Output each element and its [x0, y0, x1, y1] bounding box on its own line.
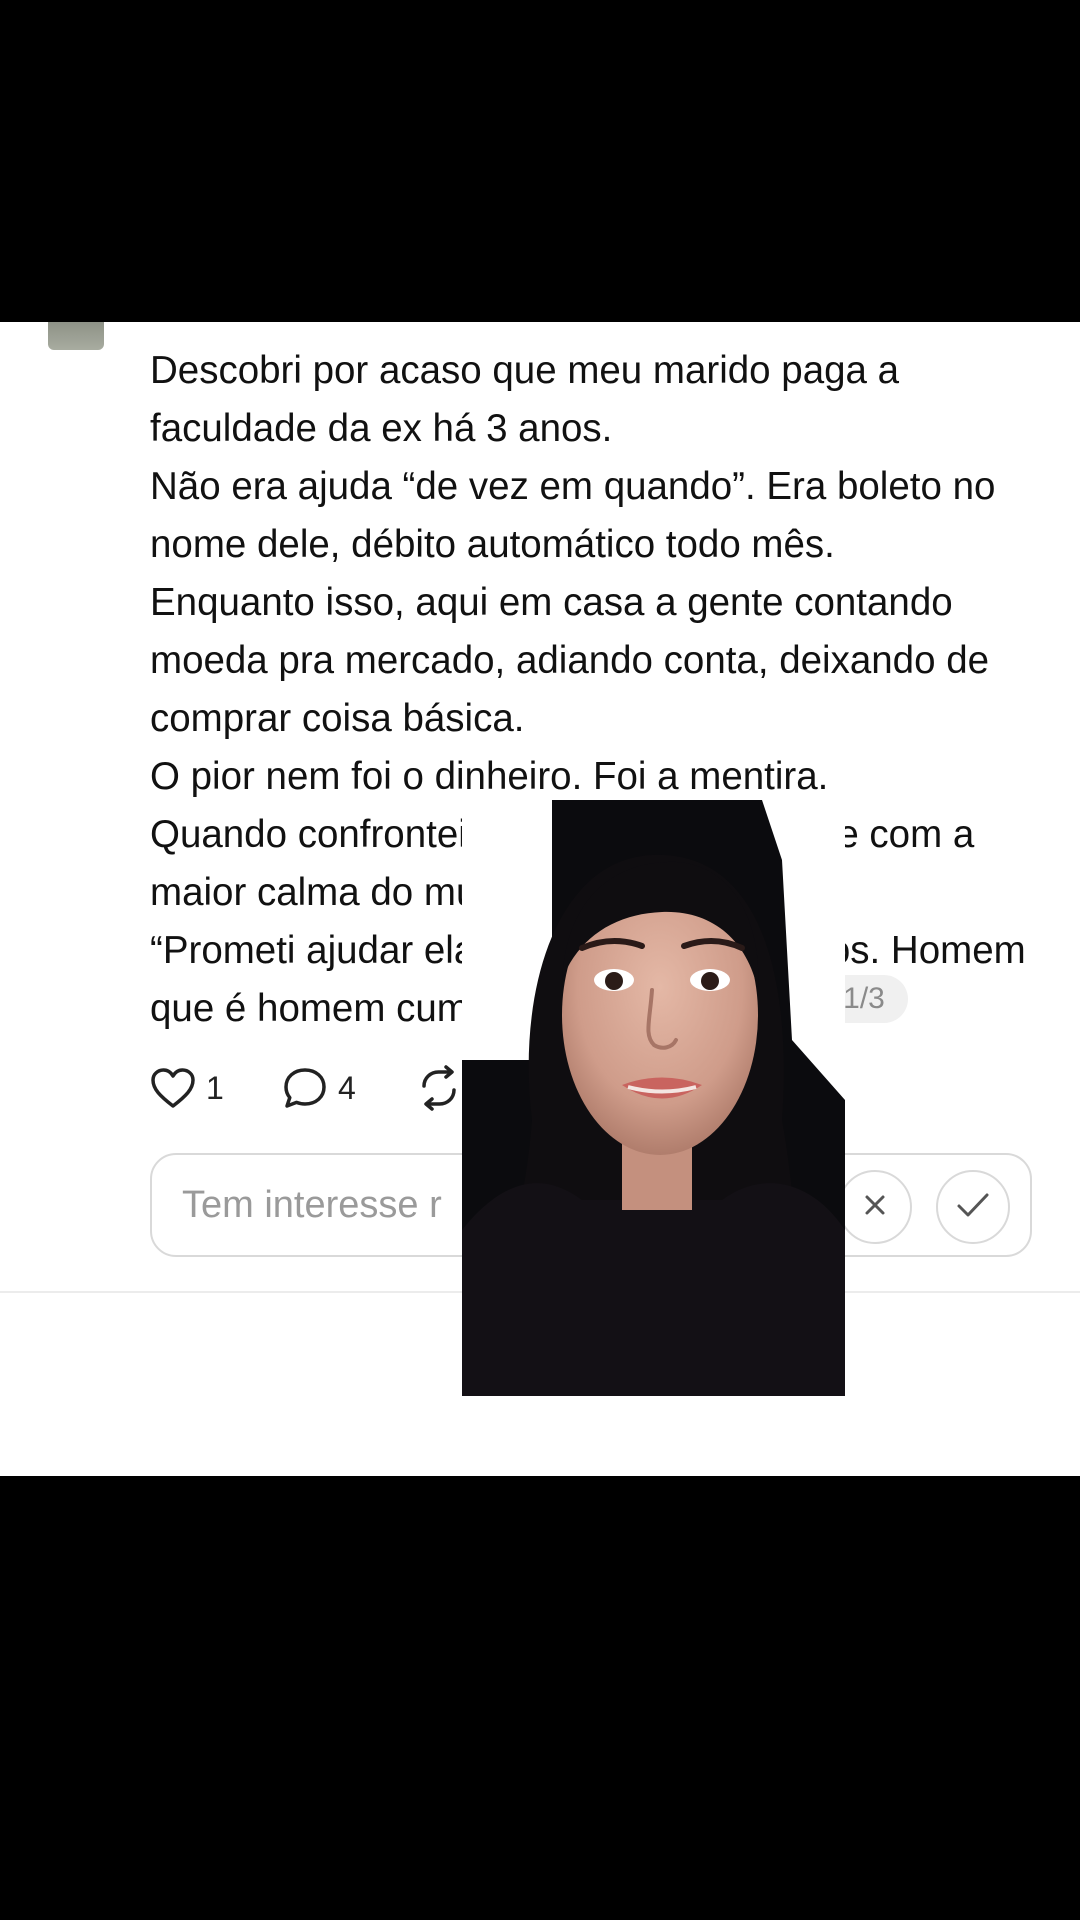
post-line: Não era ajuda “de vez em quando”. Era bo…	[150, 465, 996, 508]
close-icon	[862, 1192, 888, 1223]
post-line: comprar coisa básica.	[150, 697, 525, 740]
post-line: nome dele, débito automático todo mês.	[150, 523, 835, 566]
reply-placeholder: Tem interesse r	[182, 1184, 442, 1226]
confirm-button[interactable]	[936, 1170, 1010, 1244]
repost-button[interactable]	[416, 1060, 462, 1116]
post-line: moeda pra mercado, adiando conta, deixan…	[150, 639, 990, 682]
dismiss-button[interactable]	[838, 1170, 912, 1244]
post-line: faculdade da ex há 3 anos.	[150, 407, 613, 450]
like-button[interactable]: 1	[150, 1060, 224, 1116]
like-count: 1	[206, 1069, 224, 1106]
post-line: O pior nem foi o dinheiro. Foi a mentira…	[150, 755, 829, 798]
reply-button[interactable]: 4	[282, 1060, 356, 1116]
comment-bubble-icon	[282, 1066, 328, 1110]
repost-icon	[416, 1065, 462, 1111]
top-black-bar	[0, 0, 1080, 322]
post-line: Enquanto isso, aqui em casa a gente cont…	[150, 581, 953, 624]
presenter-illustration	[462, 800, 845, 1396]
presenter-video-overlay	[462, 800, 845, 1396]
post-line: Descobri por acaso que meu marido paga a	[150, 349, 900, 392]
reply-count: 4	[338, 1069, 356, 1106]
avatar[interactable]	[48, 322, 104, 350]
checkmark-icon	[956, 1191, 990, 1224]
heart-icon	[150, 1067, 196, 1109]
bottom-black-bar	[0, 1476, 1080, 1920]
